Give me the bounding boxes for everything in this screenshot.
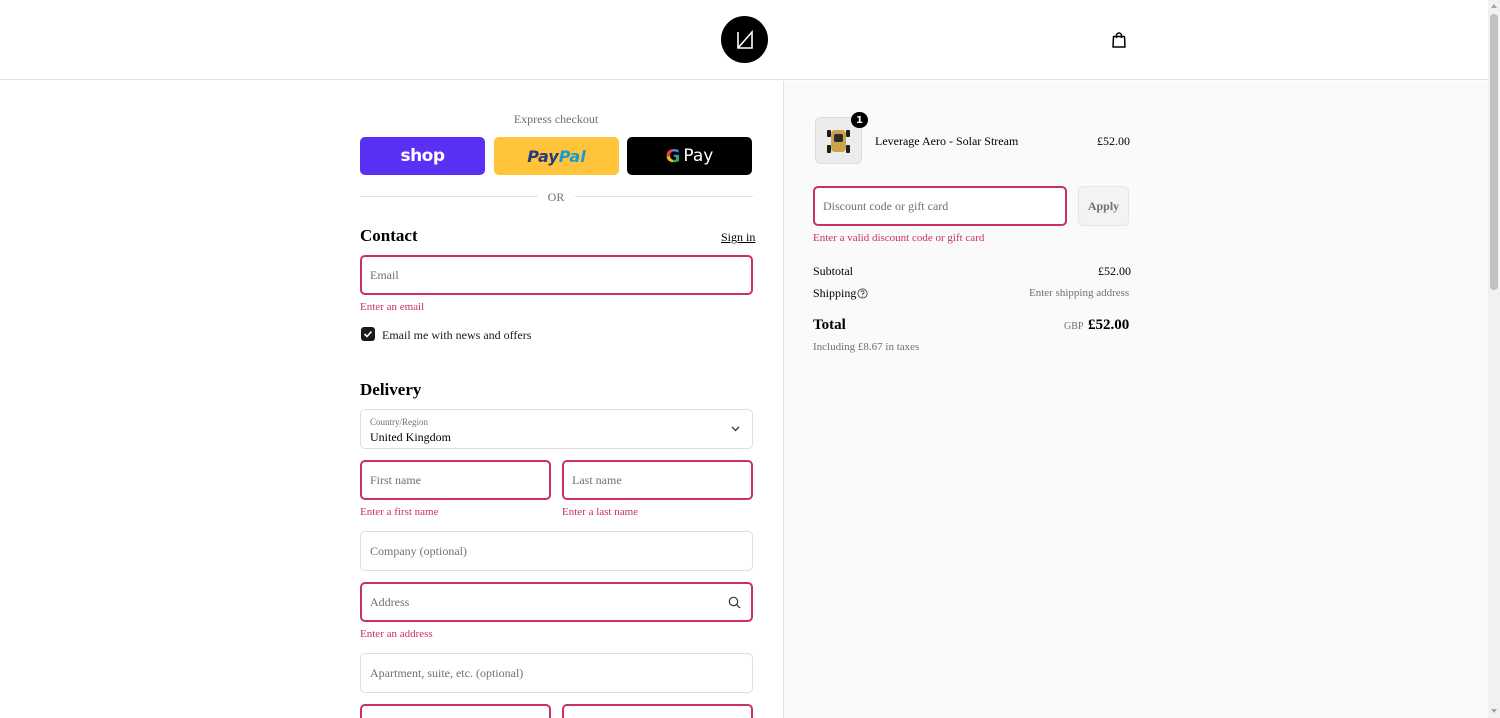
search-icon[interactable]: [728, 596, 741, 609]
google-g-icon: G: [665, 145, 681, 167]
shopping-bag-icon[interactable]: [1110, 31, 1128, 49]
divider-left: [360, 196, 538, 197]
country-label: Country/Region: [370, 417, 428, 427]
chevron-down-icon: [731, 426, 740, 432]
scroll-up-icon[interactable]: [1491, 4, 1497, 8]
express-checkout-label: Express checkout: [513, 112, 599, 126]
logo-mark-icon[interactable]: [721, 16, 768, 63]
company-field[interactable]: Company (optional): [360, 531, 753, 571]
apartment-placeholder: Apartment, suite, etc. (optional): [370, 665, 524, 680]
discount-placeholder: Discount code or gift card: [823, 198, 949, 213]
divider-right: [575, 196, 753, 197]
contact-heading: Contact: [360, 226, 418, 245]
apply-discount-button[interactable]: Apply: [1078, 186, 1129, 226]
address-error: Enter an address: [360, 628, 433, 640]
quantity-badge: 1: [851, 112, 868, 128]
or-divider-label: OR: [547, 190, 565, 204]
delivery-heading: Delivery: [360, 380, 422, 399]
shipping-label: Shipping: [813, 286, 857, 300]
tax-note: Including £8.67 in taxes: [813, 341, 920, 353]
address-placeholder: Address: [370, 594, 410, 609]
first-name-error: Enter a first name: [360, 506, 439, 518]
total-currency: GBP: [1064, 321, 1084, 332]
scroll-down-icon[interactable]: [1491, 709, 1497, 713]
first-name-field[interactable]: First name: [360, 460, 551, 500]
shipping-value: Enter shipping address: [1029, 287, 1130, 299]
email-error: Enter an email: [360, 301, 425, 313]
page-scrollbar[interactable]: [1488, 0, 1500, 718]
news-offers-checkbox[interactable]: [361, 327, 375, 341]
total-value: £52.00: [1088, 317, 1130, 333]
last-name-placeholder: Last name: [572, 472, 622, 487]
apartment-field[interactable]: Apartment, suite, etc. (optional): [360, 653, 753, 693]
country-value: United Kingdom: [370, 430, 451, 444]
last-name-error: Enter a last name: [562, 506, 639, 518]
total-label: Total: [813, 317, 846, 333]
email-placeholder: Email: [370, 267, 399, 282]
city-field[interactable]: [360, 704, 551, 718]
company-placeholder: Company (optional): [370, 543, 467, 558]
news-offers-label: Email me with news and offers: [382, 328, 532, 342]
postcode-field[interactable]: [562, 704, 753, 718]
google-pay-label: G Pay: [665, 145, 714, 167]
checkmark-icon: [363, 330, 373, 338]
email-field[interactable]: Email: [360, 255, 753, 295]
address-field[interactable]: Address: [360, 582, 753, 622]
first-name-placeholder: First name: [370, 472, 421, 487]
shop-pay-button[interactable]: shop: [360, 137, 485, 175]
sign-in-link[interactable]: Sign in: [721, 230, 755, 245]
subtotal-label: Subtotal: [813, 264, 854, 278]
product-price: £52.00: [1097, 134, 1130, 148]
header: [0, 0, 1488, 80]
google-pay-button[interactable]: G Pay: [627, 137, 752, 175]
order-summary-panel: [783, 81, 1488, 718]
shop-pay-label: shop: [400, 146, 445, 166]
scroll-thumb[interactable]: [1490, 14, 1498, 290]
help-circle-icon[interactable]: [857, 288, 868, 299]
paypal-button[interactable]: PayPal: [494, 137, 619, 175]
discount-error: Enter a valid discount code or gift card: [813, 232, 985, 244]
discount-code-field[interactable]: Discount code or gift card: [813, 186, 1067, 226]
subtotal-value: £52.00: [1098, 264, 1131, 278]
paypal-label: PayPal: [527, 146, 586, 166]
country-select[interactable]: Country/Region United Kingdom: [360, 409, 753, 449]
last-name-field[interactable]: Last name: [562, 460, 753, 500]
product-name: Leverage Aero - Solar Stream: [875, 134, 1019, 148]
